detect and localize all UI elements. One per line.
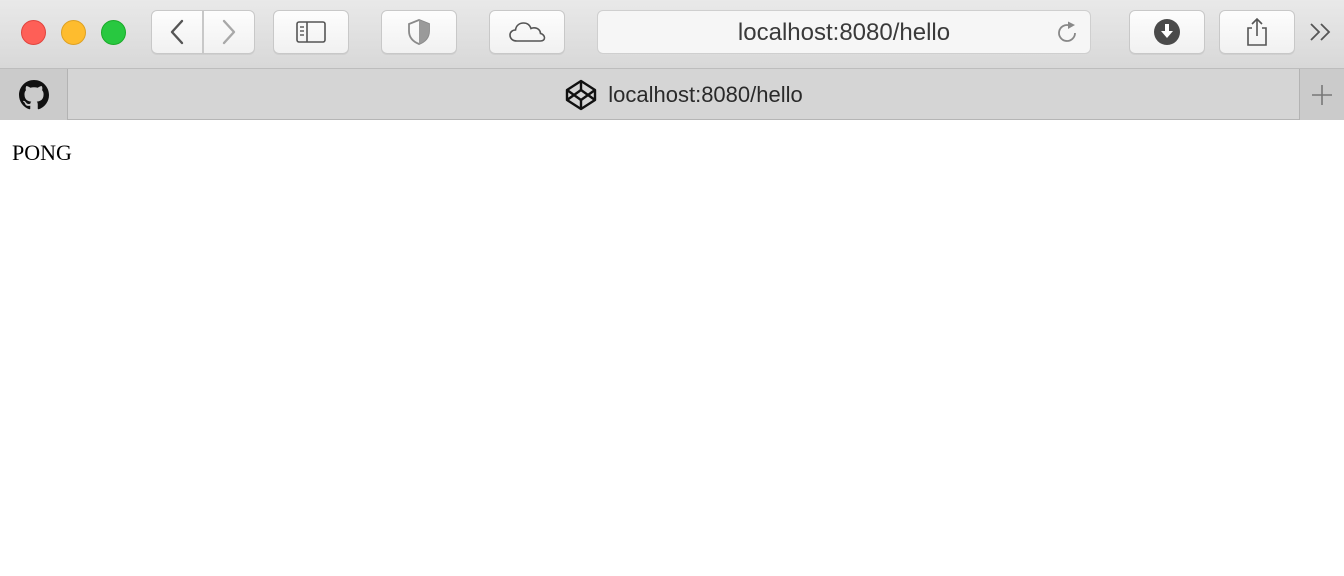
back-icon bbox=[170, 19, 184, 45]
downloads-button[interactable] bbox=[1129, 10, 1205, 54]
active-tab[interactable]: localhost:8080/hello bbox=[68, 69, 1299, 120]
web-content: PONG bbox=[0, 120, 1344, 576]
plus-icon bbox=[1312, 84, 1332, 105]
browser-toolbar: localhost:8080/hello bbox=[0, 0, 1344, 68]
sidebar-icon bbox=[296, 21, 326, 43]
download-icon bbox=[1154, 19, 1180, 45]
zoom-window-button[interactable] bbox=[101, 20, 126, 45]
close-window-button[interactable] bbox=[21, 20, 46, 45]
page-body-text: PONG bbox=[12, 140, 72, 165]
back-button[interactable] bbox=[151, 10, 203, 54]
forward-button[interactable] bbox=[203, 10, 255, 54]
sidebar-button[interactable] bbox=[273, 10, 349, 54]
tab-bar: localhost:8080/hello bbox=[0, 68, 1344, 120]
address-bar-url[interactable]: localhost:8080/hello bbox=[598, 11, 1090, 55]
cloud-icon bbox=[509, 22, 546, 42]
minimize-window-button[interactable] bbox=[61, 20, 86, 45]
active-tab-title: localhost:8080/hello bbox=[608, 81, 803, 107]
icloud-tabs-button[interactable] bbox=[489, 10, 565, 54]
privacy-button[interactable] bbox=[381, 10, 457, 54]
new-tab-button[interactable] bbox=[1299, 69, 1344, 120]
share-icon bbox=[1247, 17, 1267, 46]
codepen-icon bbox=[566, 79, 597, 110]
shield-icon bbox=[408, 19, 430, 45]
github-icon bbox=[18, 79, 49, 109]
share-button[interactable] bbox=[1219, 10, 1295, 54]
reload-icon[interactable] bbox=[1054, 20, 1080, 46]
pinned-tab[interactable] bbox=[0, 69, 68, 120]
forward-icon bbox=[222, 19, 236, 45]
address-bar[interactable]: localhost:8080/hello bbox=[597, 10, 1091, 54]
overflow-chevron-icon[interactable] bbox=[1308, 18, 1334, 46]
